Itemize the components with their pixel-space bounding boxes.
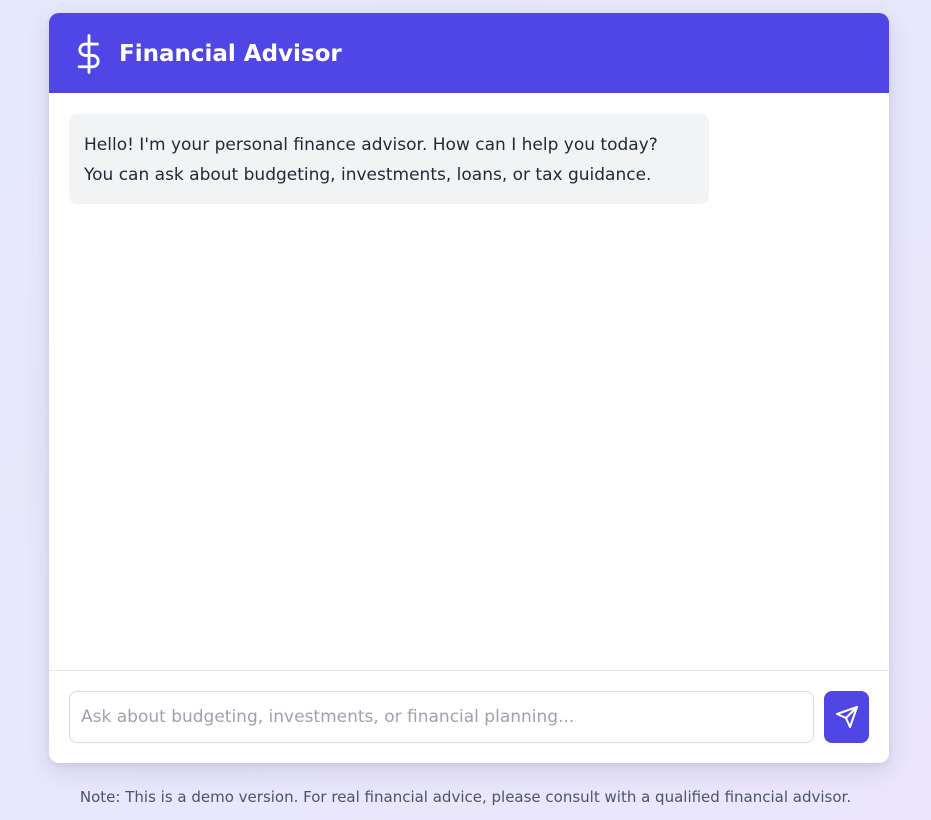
disclaimer-note: Note: This is a demo version. For real f… bbox=[79, 788, 852, 806]
composer bbox=[49, 670, 889, 763]
chat-window: Financial Advisor Hello! I'm your person… bbox=[49, 13, 889, 763]
chat-header: Financial Advisor bbox=[49, 13, 889, 93]
dollar-sign-icon bbox=[77, 34, 100, 74]
message-line: Hello! I'm your personal finance advisor… bbox=[84, 135, 658, 155]
assistant-message: Hello! I'm your personal finance advisor… bbox=[69, 114, 709, 204]
message-list: Hello! I'm your personal finance advisor… bbox=[49, 93, 889, 670]
message-line: You can ask about budgeting, investments… bbox=[84, 165, 652, 185]
send-button[interactable] bbox=[824, 691, 869, 743]
chat-title: Financial Advisor bbox=[119, 41, 342, 67]
message-input[interactable] bbox=[69, 691, 814, 743]
send-icon bbox=[835, 706, 858, 728]
